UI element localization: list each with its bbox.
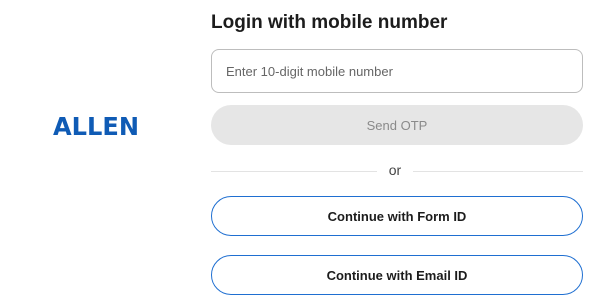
- mobile-number-input[interactable]: [211, 49, 583, 93]
- divider-line-right: [413, 171, 583, 172]
- or-divider: or: [211, 160, 583, 182]
- divider-line-left: [211, 171, 377, 172]
- allen-logo-text: ALLEN: [53, 112, 139, 140]
- divider-or-text: or: [388, 162, 402, 178]
- allen-logo: ALLEN: [53, 112, 143, 140]
- send-otp-button[interactable]: Send OTP: [211, 105, 583, 145]
- continue-email-id-button[interactable]: Continue with Email ID: [211, 255, 583, 295]
- continue-form-id-button[interactable]: Continue with Form ID: [211, 196, 583, 236]
- login-page: ALLEN Login with mobile number Send OTP …: [0, 0, 600, 300]
- page-title: Login with mobile number: [211, 12, 448, 33]
- allen-logo-mark: ALLEN: [53, 112, 139, 140]
